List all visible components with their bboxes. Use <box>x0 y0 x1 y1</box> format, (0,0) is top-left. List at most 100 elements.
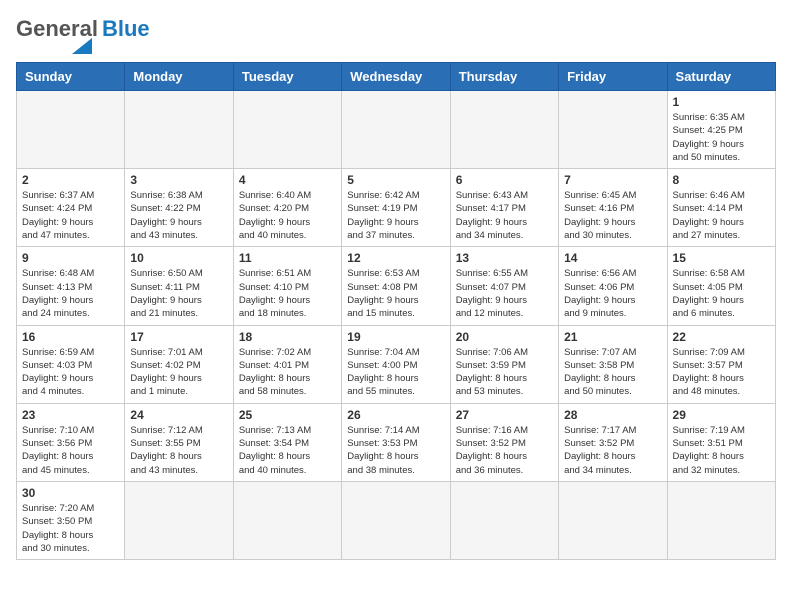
day-number: 15 <box>673 251 770 265</box>
calendar-weekday-header: Thursday <box>450 63 558 91</box>
page-header: General Blue <box>16 16 776 54</box>
day-info: Sunrise: 6:38 AM Sunset: 4:22 PM Dayligh… <box>130 189 227 242</box>
day-info: Sunrise: 6:48 AM Sunset: 4:13 PM Dayligh… <box>22 267 119 320</box>
calendar-day-cell: 3Sunrise: 6:38 AM Sunset: 4:22 PM Daylig… <box>125 169 233 247</box>
calendar-weekday-header: Saturday <box>667 63 775 91</box>
day-info: Sunrise: 6:35 AM Sunset: 4:25 PM Dayligh… <box>673 111 770 164</box>
calendar-day-cell: 11Sunrise: 6:51 AM Sunset: 4:10 PM Dayli… <box>233 247 341 325</box>
day-info: Sunrise: 7:17 AM Sunset: 3:52 PM Dayligh… <box>564 424 661 477</box>
calendar-day-cell: 7 Sunrise: 6:45 AM Sunset: 4:16 PM Daylig… <box>559 169 667 247</box>
day-number: 22 <box>673 330 770 344</box>
day-number: 30 <box>22 486 119 500</box>
calendar-day-cell: 25 Sunrise: 7:13 AM Sunset: 3:54 PM Dayli… <box>233 403 341 481</box>
calendar-day-cell <box>125 91 233 169</box>
day-number: 18 <box>239 330 336 344</box>
calendar-day-cell: 5 Sunrise: 6:42 AM Sunset: 4:19 PM Daylig… <box>342 169 450 247</box>
day-number: 29 <box>673 408 770 422</box>
day-number: 13 <box>456 251 553 265</box>
calendar-week-row: 1 Sunrise: 6:35 AM Sunset: 4:25 PM Daylig… <box>17 91 776 169</box>
day-number: 2 <box>22 173 119 187</box>
day-number: 25 <box>239 408 336 422</box>
day-info: Sunrise: 6:58 AM Sunset: 4:05 PM Dayligh… <box>673 267 770 320</box>
day-info: Sunrise: 6:50 AM Sunset: 4:11 PM Dayligh… <box>130 267 227 320</box>
calendar-day-cell <box>17 91 125 169</box>
calendar-day-cell: 12 Sunrise: 6:53 AM Sunset: 4:08 PM Dayli… <box>342 247 450 325</box>
day-number: 21 <box>564 330 661 344</box>
calendar-day-cell: 2 Sunrise: 6:37 AM Sunset: 4:24 PM Daylig… <box>17 169 125 247</box>
day-number: 4 <box>239 173 336 187</box>
calendar-day-cell: 22 Sunrise: 7:09 AM Sunset: 3:57 PM Dayli… <box>667 325 775 403</box>
day-info: Sunrise: 6:55 AM Sunset: 4:07 PM Dayligh… <box>456 267 553 320</box>
calendar-day-cell: 1 Sunrise: 6:35 AM Sunset: 4:25 PM Daylig… <box>667 91 775 169</box>
calendar-day-cell: 28 Sunrise: 7:17 AM Sunset: 3:52 PM Dayli… <box>559 403 667 481</box>
day-number: 12 <box>347 251 444 265</box>
day-number: 6 <box>456 173 553 187</box>
day-info: Sunrise: 6:56 AM Sunset: 4:06 PM Dayligh… <box>564 267 661 320</box>
calendar-day-cell <box>342 481 450 559</box>
day-info: Sunrise: 6:43 AM Sunset: 4:17 PM Dayligh… <box>456 189 553 242</box>
calendar-day-cell <box>342 91 450 169</box>
day-info: Sunrise: 6:59 AM Sunset: 4:03 PM Dayligh… <box>22 346 119 399</box>
day-info: Sunrise: 7:07 AM Sunset: 3:58 PM Dayligh… <box>564 346 661 399</box>
calendar-day-cell: 9Sunrise: 6:48 AM Sunset: 4:13 PM Daylig… <box>17 247 125 325</box>
calendar-day-cell: 17 Sunrise: 7:01 AM Sunset: 4:02 PM Dayli… <box>125 325 233 403</box>
day-number: 14 <box>564 251 661 265</box>
logo-triangle <box>72 38 92 54</box>
calendar-header-row: SundayMondayTuesdayWednesdayThursdayFrid… <box>17 63 776 91</box>
calendar-weekday-header: Friday <box>559 63 667 91</box>
day-number: 10 <box>130 251 227 265</box>
calendar-day-cell: 13 Sunrise: 6:55 AM Sunset: 4:07 PM Dayli… <box>450 247 558 325</box>
day-info: Sunrise: 7:12 AM Sunset: 3:55 PM Dayligh… <box>130 424 227 477</box>
calendar-weekday-header: Sunday <box>17 63 125 91</box>
calendar-day-cell: 8Sunrise: 6:46 AM Sunset: 4:14 PM Daylig… <box>667 169 775 247</box>
day-info: Sunrise: 7:01 AM Sunset: 4:02 PM Dayligh… <box>130 346 227 399</box>
day-info: Sunrise: 6:51 AM Sunset: 4:10 PM Dayligh… <box>239 267 336 320</box>
calendar-day-cell <box>233 481 341 559</box>
calendar-week-row: 30 Sunrise: 7:20 AM Sunset: 3:50 PM Dayli… <box>17 481 776 559</box>
day-info: Sunrise: 6:46 AM Sunset: 4:14 PM Dayligh… <box>673 189 770 242</box>
day-info: Sunrise: 6:37 AM Sunset: 4:24 PM Dayligh… <box>22 189 119 242</box>
calendar-day-cell <box>125 481 233 559</box>
calendar-day-cell: 4 Sunrise: 6:40 AM Sunset: 4:20 PM Daylig… <box>233 169 341 247</box>
calendar-week-row: 23Sunrise: 7:10 AM Sunset: 3:56 PM Dayli… <box>17 403 776 481</box>
calendar-day-cell <box>667 481 775 559</box>
calendar-weekday-header: Tuesday <box>233 63 341 91</box>
day-info: Sunrise: 6:40 AM Sunset: 4:20 PM Dayligh… <box>239 189 336 242</box>
calendar-day-cell: 24 Sunrise: 7:12 AM Sunset: 3:55 PM Dayli… <box>125 403 233 481</box>
calendar-day-cell: 27Sunrise: 7:16 AM Sunset: 3:52 PM Dayli… <box>450 403 558 481</box>
calendar-week-row: 2 Sunrise: 6:37 AM Sunset: 4:24 PM Daylig… <box>17 169 776 247</box>
day-info: Sunrise: 7:14 AM Sunset: 3:53 PM Dayligh… <box>347 424 444 477</box>
day-number: 26 <box>347 408 444 422</box>
calendar-day-cell: 10 Sunrise: 6:50 AM Sunset: 4:11 PM Dayli… <box>125 247 233 325</box>
day-number: 28 <box>564 408 661 422</box>
day-number: 17 <box>130 330 227 344</box>
day-info: Sunrise: 6:53 AM Sunset: 4:08 PM Dayligh… <box>347 267 444 320</box>
day-info: Sunrise: 6:42 AM Sunset: 4:19 PM Dayligh… <box>347 189 444 242</box>
calendar-week-row: 16Sunrise: 6:59 AM Sunset: 4:03 PM Dayli… <box>17 325 776 403</box>
day-info: Sunrise: 7:09 AM Sunset: 3:57 PM Dayligh… <box>673 346 770 399</box>
calendar-day-cell <box>559 481 667 559</box>
calendar-day-cell: 16Sunrise: 6:59 AM Sunset: 4:03 PM Dayli… <box>17 325 125 403</box>
day-number: 24 <box>130 408 227 422</box>
calendar-day-cell: 21 Sunrise: 7:07 AM Sunset: 3:58 PM Dayli… <box>559 325 667 403</box>
calendar-day-cell: 30 Sunrise: 7:20 AM Sunset: 3:50 PM Dayli… <box>17 481 125 559</box>
calendar-day-cell <box>450 481 558 559</box>
calendar-day-cell: 26 Sunrise: 7:14 AM Sunset: 3:53 PM Dayli… <box>342 403 450 481</box>
calendar-weekday-header: Wednesday <box>342 63 450 91</box>
day-info: Sunrise: 7:04 AM Sunset: 4:00 PM Dayligh… <box>347 346 444 399</box>
day-info: Sunrise: 7:19 AM Sunset: 3:51 PM Dayligh… <box>673 424 770 477</box>
day-info: Sunrise: 6:45 AM Sunset: 4:16 PM Dayligh… <box>564 189 661 242</box>
day-info: Sunrise: 7:13 AM Sunset: 3:54 PM Dayligh… <box>239 424 336 477</box>
calendar-weekday-header: Monday <box>125 63 233 91</box>
day-info: Sunrise: 7:02 AM Sunset: 4:01 PM Dayligh… <box>239 346 336 399</box>
logo: General Blue <box>16 16 150 54</box>
day-number: 27 <box>456 408 553 422</box>
calendar-day-cell <box>233 91 341 169</box>
day-number: 7 <box>564 173 661 187</box>
day-number: 5 <box>347 173 444 187</box>
day-number: 1 <box>673 95 770 109</box>
day-info: Sunrise: 7:20 AM Sunset: 3:50 PM Dayligh… <box>22 502 119 555</box>
day-number: 20 <box>456 330 553 344</box>
calendar-day-cell: 20Sunrise: 7:06 AM Sunset: 3:59 PM Dayli… <box>450 325 558 403</box>
calendar-week-row: 9Sunrise: 6:48 AM Sunset: 4:13 PM Daylig… <box>17 247 776 325</box>
